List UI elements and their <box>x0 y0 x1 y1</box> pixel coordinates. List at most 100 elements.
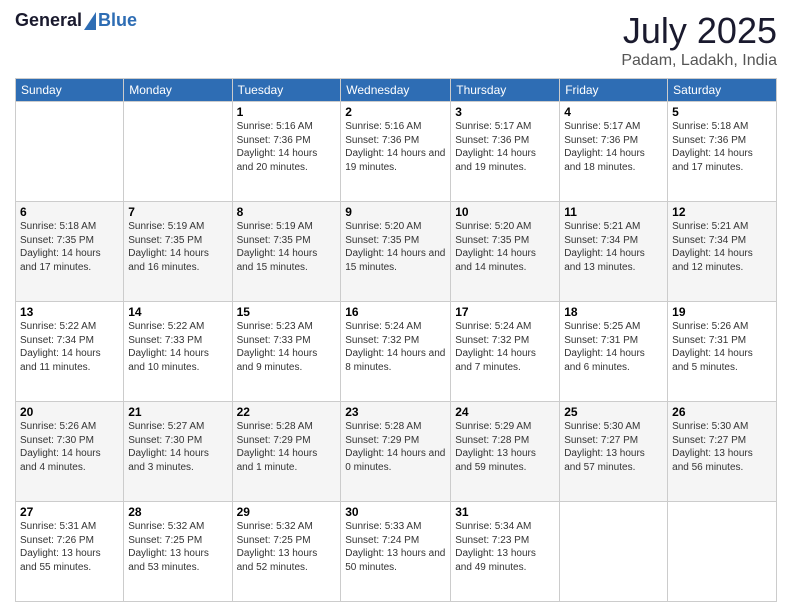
calendar-cell: 24Sunrise: 5:29 AM Sunset: 7:28 PM Dayli… <box>451 402 560 502</box>
day-number: 23 <box>345 405 446 419</box>
calendar-cell: 19Sunrise: 5:26 AM Sunset: 7:31 PM Dayli… <box>668 302 777 402</box>
day-number: 15 <box>237 305 337 319</box>
month-title: July 2025 <box>621 10 777 52</box>
weekday-header: Thursday <box>451 79 560 102</box>
day-info: Sunrise: 5:26 AM Sunset: 7:30 PM Dayligh… <box>20 420 119 474</box>
calendar-cell: 27Sunrise: 5:31 AM Sunset: 7:26 PM Dayli… <box>16 502 124 602</box>
day-info: Sunrise: 5:18 AM Sunset: 7:36 PM Dayligh… <box>672 120 772 174</box>
day-number: 26 <box>672 405 772 419</box>
day-number: 17 <box>455 305 555 319</box>
day-number: 3 <box>455 105 555 119</box>
day-number: 24 <box>455 405 555 419</box>
day-number: 21 <box>128 405 227 419</box>
logo: General Blue <box>15 10 137 31</box>
day-info: Sunrise: 5:19 AM Sunset: 7:35 PM Dayligh… <box>237 220 337 274</box>
day-info: Sunrise: 5:30 AM Sunset: 7:27 PM Dayligh… <box>564 420 663 474</box>
day-number: 4 <box>564 105 663 119</box>
calendar-cell: 30Sunrise: 5:33 AM Sunset: 7:24 PM Dayli… <box>341 502 451 602</box>
header: General Blue July 2025 Padam, Ladakh, In… <box>15 10 777 70</box>
weekday-header: Wednesday <box>341 79 451 102</box>
day-number: 10 <box>455 205 555 219</box>
day-info: Sunrise: 5:22 AM Sunset: 7:34 PM Dayligh… <box>20 320 119 374</box>
calendar-cell: 29Sunrise: 5:32 AM Sunset: 7:25 PM Dayli… <box>232 502 341 602</box>
day-info: Sunrise: 5:17 AM Sunset: 7:36 PM Dayligh… <box>564 120 663 174</box>
day-number: 22 <box>237 405 337 419</box>
day-number: 16 <box>345 305 446 319</box>
day-info: Sunrise: 5:32 AM Sunset: 7:25 PM Dayligh… <box>128 520 227 574</box>
day-info: Sunrise: 5:19 AM Sunset: 7:35 PM Dayligh… <box>128 220 227 274</box>
day-number: 7 <box>128 205 227 219</box>
weekday-header: Saturday <box>668 79 777 102</box>
logo-triangle-icon <box>84 12 96 30</box>
calendar-cell: 3Sunrise: 5:17 AM Sunset: 7:36 PM Daylig… <box>451 102 560 202</box>
title-section: July 2025 Padam, Ladakh, India <box>621 10 777 70</box>
day-number: 1 <box>237 105 337 119</box>
calendar-cell: 13Sunrise: 5:22 AM Sunset: 7:34 PM Dayli… <box>16 302 124 402</box>
calendar-cell: 6Sunrise: 5:18 AM Sunset: 7:35 PM Daylig… <box>16 202 124 302</box>
day-number: 2 <box>345 105 446 119</box>
weekday-header: Monday <box>124 79 232 102</box>
calendar-cell <box>16 102 124 202</box>
day-number: 31 <box>455 505 555 519</box>
day-number: 14 <box>128 305 227 319</box>
calendar-cell: 25Sunrise: 5:30 AM Sunset: 7:27 PM Dayli… <box>560 402 668 502</box>
day-info: Sunrise: 5:31 AM Sunset: 7:26 PM Dayligh… <box>20 520 119 574</box>
weekday-header: Friday <box>560 79 668 102</box>
calendar-cell: 9Sunrise: 5:20 AM Sunset: 7:35 PM Daylig… <box>341 202 451 302</box>
day-info: Sunrise: 5:28 AM Sunset: 7:29 PM Dayligh… <box>345 420 446 474</box>
calendar-cell: 14Sunrise: 5:22 AM Sunset: 7:33 PM Dayli… <box>124 302 232 402</box>
day-info: Sunrise: 5:34 AM Sunset: 7:23 PM Dayligh… <box>455 520 555 574</box>
day-info: Sunrise: 5:17 AM Sunset: 7:36 PM Dayligh… <box>455 120 555 174</box>
day-info: Sunrise: 5:27 AM Sunset: 7:30 PM Dayligh… <box>128 420 227 474</box>
weekday-header-row: SundayMondayTuesdayWednesdayThursdayFrid… <box>16 79 777 102</box>
day-info: Sunrise: 5:16 AM Sunset: 7:36 PM Dayligh… <box>345 120 446 174</box>
day-info: Sunrise: 5:21 AM Sunset: 7:34 PM Dayligh… <box>672 220 772 274</box>
day-number: 18 <box>564 305 663 319</box>
day-number: 5 <box>672 105 772 119</box>
weekday-header: Sunday <box>16 79 124 102</box>
day-info: Sunrise: 5:24 AM Sunset: 7:32 PM Dayligh… <box>455 320 555 374</box>
day-info: Sunrise: 5:24 AM Sunset: 7:32 PM Dayligh… <box>345 320 446 374</box>
day-number: 19 <box>672 305 772 319</box>
calendar-cell: 18Sunrise: 5:25 AM Sunset: 7:31 PM Dayli… <box>560 302 668 402</box>
day-info: Sunrise: 5:28 AM Sunset: 7:29 PM Dayligh… <box>237 420 337 474</box>
day-info: Sunrise: 5:22 AM Sunset: 7:33 PM Dayligh… <box>128 320 227 374</box>
calendar-cell: 5Sunrise: 5:18 AM Sunset: 7:36 PM Daylig… <box>668 102 777 202</box>
calendar-cell: 10Sunrise: 5:20 AM Sunset: 7:35 PM Dayli… <box>451 202 560 302</box>
calendar-cell <box>124 102 232 202</box>
day-number: 25 <box>564 405 663 419</box>
day-number: 29 <box>237 505 337 519</box>
calendar-cell: 22Sunrise: 5:28 AM Sunset: 7:29 PM Dayli… <box>232 402 341 502</box>
calendar-cell: 2Sunrise: 5:16 AM Sunset: 7:36 PM Daylig… <box>341 102 451 202</box>
calendar-cell: 21Sunrise: 5:27 AM Sunset: 7:30 PM Dayli… <box>124 402 232 502</box>
weekday-header: Tuesday <box>232 79 341 102</box>
day-info: Sunrise: 5:26 AM Sunset: 7:31 PM Dayligh… <box>672 320 772 374</box>
day-number: 13 <box>20 305 119 319</box>
calendar-week-row: 27Sunrise: 5:31 AM Sunset: 7:26 PM Dayli… <box>16 502 777 602</box>
day-info: Sunrise: 5:25 AM Sunset: 7:31 PM Dayligh… <box>564 320 663 374</box>
calendar-cell: 11Sunrise: 5:21 AM Sunset: 7:34 PM Dayli… <box>560 202 668 302</box>
calendar-cell: 1Sunrise: 5:16 AM Sunset: 7:36 PM Daylig… <box>232 102 341 202</box>
calendar-cell: 8Sunrise: 5:19 AM Sunset: 7:35 PM Daylig… <box>232 202 341 302</box>
day-info: Sunrise: 5:20 AM Sunset: 7:35 PM Dayligh… <box>455 220 555 274</box>
day-number: 11 <box>564 205 663 219</box>
day-info: Sunrise: 5:29 AM Sunset: 7:28 PM Dayligh… <box>455 420 555 474</box>
calendar-week-row: 13Sunrise: 5:22 AM Sunset: 7:34 PM Dayli… <box>16 302 777 402</box>
calendar-cell: 12Sunrise: 5:21 AM Sunset: 7:34 PM Dayli… <box>668 202 777 302</box>
calendar-cell: 26Sunrise: 5:30 AM Sunset: 7:27 PM Dayli… <box>668 402 777 502</box>
day-number: 28 <box>128 505 227 519</box>
day-number: 12 <box>672 205 772 219</box>
day-info: Sunrise: 5:16 AM Sunset: 7:36 PM Dayligh… <box>237 120 337 174</box>
day-info: Sunrise: 5:23 AM Sunset: 7:33 PM Dayligh… <box>237 320 337 374</box>
calendar-cell: 17Sunrise: 5:24 AM Sunset: 7:32 PM Dayli… <box>451 302 560 402</box>
calendar-cell: 20Sunrise: 5:26 AM Sunset: 7:30 PM Dayli… <box>16 402 124 502</box>
calendar-cell <box>560 502 668 602</box>
day-number: 8 <box>237 205 337 219</box>
calendar-cell <box>668 502 777 602</box>
calendar-cell: 7Sunrise: 5:19 AM Sunset: 7:35 PM Daylig… <box>124 202 232 302</box>
location: Padam, Ladakh, India <box>621 52 777 70</box>
day-number: 6 <box>20 205 119 219</box>
calendar-cell: 28Sunrise: 5:32 AM Sunset: 7:25 PM Dayli… <box>124 502 232 602</box>
calendar-week-row: 20Sunrise: 5:26 AM Sunset: 7:30 PM Dayli… <box>16 402 777 502</box>
day-info: Sunrise: 5:21 AM Sunset: 7:34 PM Dayligh… <box>564 220 663 274</box>
